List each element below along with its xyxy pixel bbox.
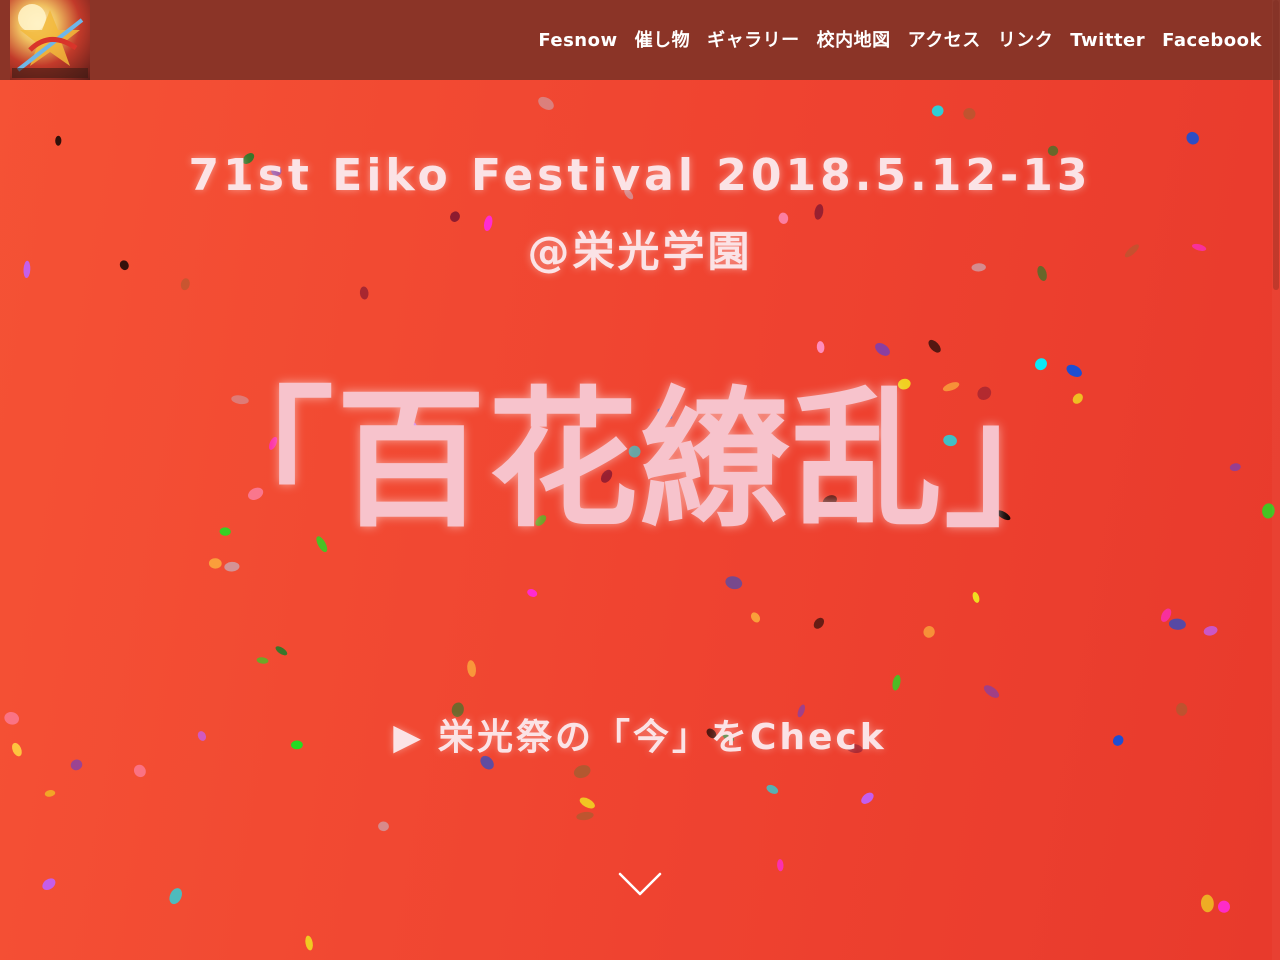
- confetti-petal: [777, 859, 784, 872]
- nav-twitter[interactable]: Twitter: [1070, 28, 1145, 54]
- confetti-petal: [875, 342, 890, 356]
- confetti-petal: [892, 674, 901, 691]
- confetti-petal: [576, 811, 594, 821]
- main-nav: Fesnow 催し物 ギャラリー 校内地図 アクセス リンク Twitter F…: [521, 28, 1262, 54]
- nav-access[interactable]: アクセス: [908, 28, 981, 54]
- confetti-petal: [275, 646, 288, 656]
- confetti-petal: [750, 612, 761, 623]
- confetti-petal: [527, 589, 538, 597]
- confetti-petal: [963, 107, 976, 120]
- logo-image: [12, 4, 88, 78]
- confetti-petal: [359, 286, 369, 300]
- confetti-petal: [813, 617, 825, 629]
- festival-venue: @栄光学園: [527, 227, 753, 276]
- nav-gallery[interactable]: ギャラリー: [707, 28, 800, 54]
- confetti-petal: [579, 797, 595, 809]
- festival-theme-title: 「百花繚乱」: [183, 372, 1096, 548]
- confetti-petal: [1203, 625, 1218, 636]
- scrollbar[interactable]: [1272, 0, 1280, 960]
- confetti-petal: [573, 765, 591, 779]
- nav-facebook[interactable]: Facebook: [1162, 28, 1262, 54]
- confetti-petal: [256, 657, 269, 664]
- confetti-petal: [42, 878, 56, 891]
- nav-campus-map[interactable]: 校内地図: [817, 28, 891, 54]
- site-header: Fesnow 催し物 ギャラリー 校内地図 アクセス リンク Twitter F…: [0, 0, 1280, 80]
- confetti-petal: [1200, 894, 1214, 913]
- confetti-petal: [725, 576, 743, 590]
- confetti-petal: [1160, 608, 1172, 622]
- festival-subtitle: 71st Eiko Festival 2018.5.12-13: [188, 150, 1092, 201]
- confetti-petal: [169, 888, 182, 905]
- confetti-petal: [133, 764, 146, 778]
- fesnow-check-link[interactable]: ▶ 栄光祭の「今」をCheck: [0, 708, 1280, 760]
- confetti-petal: [1186, 131, 1199, 145]
- confetti-petal: [766, 784, 779, 794]
- nav-events[interactable]: 催し物: [635, 28, 691, 54]
- confetti-petal: [208, 558, 222, 569]
- site-logo[interactable]: [10, 0, 90, 80]
- confetti-petal: [861, 792, 874, 804]
- confetti-petal: [55, 135, 62, 146]
- confetti-petal: [70, 759, 83, 771]
- confetti-petal: [923, 626, 935, 638]
- confetti-petal: [983, 685, 1000, 698]
- confetti-petal: [1168, 618, 1186, 630]
- chevron-down-icon[interactable]: [618, 868, 662, 898]
- play-arrow-icon: ▶: [393, 717, 424, 758]
- confetti-petal: [44, 790, 56, 797]
- confetti-petal: [467, 660, 477, 677]
- confetti-petal: [931, 105, 944, 117]
- confetti-petal: [378, 821, 389, 832]
- confetti-petal: [305, 935, 313, 951]
- confetti-petal: [972, 591, 980, 603]
- confetti-petal: [224, 561, 240, 572]
- confetti-petal: [928, 339, 941, 353]
- check-link-label: 栄光祭の「今」をCheck: [437, 717, 887, 758]
- confetti-petal: [1217, 900, 1231, 913]
- nav-fesnow[interactable]: Fesnow: [538, 28, 617, 54]
- confetti-petal: [816, 341, 825, 354]
- nav-links[interactable]: リンク: [998, 28, 1054, 54]
- scrollbar-thumb[interactable]: [1273, 0, 1279, 290]
- confetti-petal: [180, 278, 190, 291]
- confetti-petal: [538, 96, 554, 110]
